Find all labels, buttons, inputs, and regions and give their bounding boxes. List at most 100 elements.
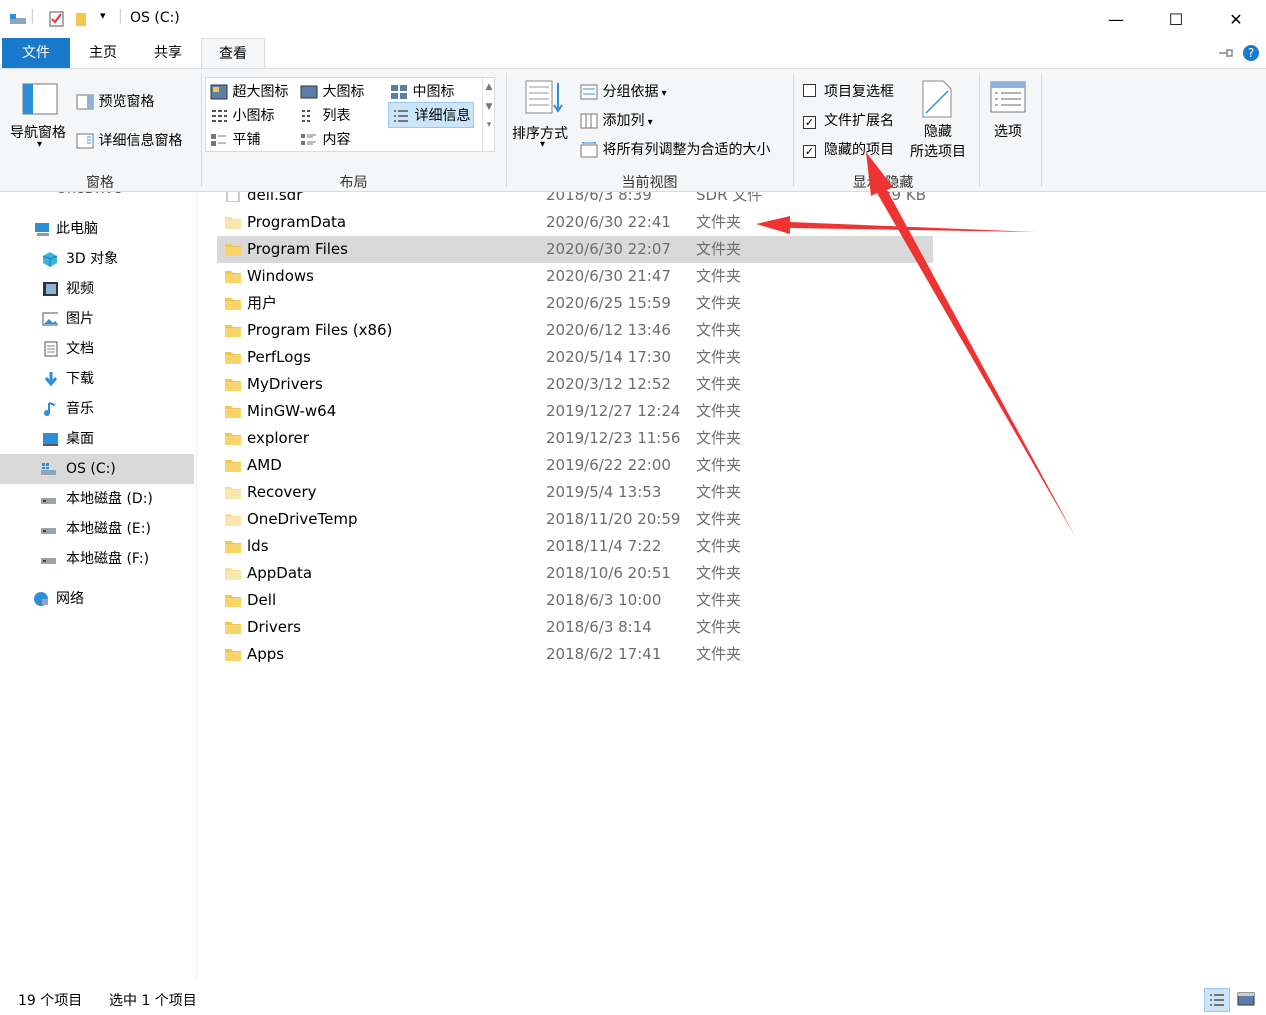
nav-item-drive-f[interactable]: 本地磁盘 (F:) <box>0 544 194 574</box>
desktop-icon <box>43 433 58 446</box>
pane-divider[interactable] <box>196 192 197 982</box>
tab-file[interactable]: 文件 <box>2 38 70 68</box>
file-row[interactable]: lds 2018/11/4 7:22 文件夹 <box>217 533 933 560</box>
add-columns-button[interactable]: 添加列 ▾ <box>580 110 653 130</box>
file-extensions-toggle[interactable]: ✓ 文件扩展名 <box>803 110 894 130</box>
large-icons-view-toggle[interactable] <box>1234 988 1260 1012</box>
file-row[interactable]: AppData 2018/10/6 20:51 文件夹 <box>217 560 933 587</box>
folder-icon <box>225 325 241 337</box>
file-row[interactable]: MyDrivers 2020/3/12 12:52 文件夹 <box>217 371 933 398</box>
file-row[interactable]: Apps 2018/6/2 17:41 文件夹 <box>217 641 933 668</box>
sort-by-button[interactable]: 排序方式 ▾ <box>512 77 574 155</box>
group-by-button[interactable]: 分组依据 ▾ <box>580 81 667 101</box>
preview-pane-icon <box>76 94 94 110</box>
minimize-button[interactable]: — <box>1086 0 1146 38</box>
nav-item-3d-objects[interactable]: 3D 对象 <box>0 244 194 274</box>
nav-item-label: 图片 <box>66 311 94 327</box>
preview-pane-button[interactable]: 预览窗格 <box>76 91 154 111</box>
file-date: 2018/6/3 10:00 <box>546 591 662 609</box>
add-columns-icon <box>580 113 598 129</box>
cube-icon <box>42 252 58 267</box>
drive-icon[interactable] <box>8 10 28 28</box>
file-row[interactable]: Drivers 2018/6/3 8:14 文件夹 <box>217 614 933 641</box>
hidden-items-checkbox[interactable]: ✓ <box>803 145 816 158</box>
nav-item-desktop[interactable]: 桌面 <box>0 424 194 454</box>
file-row[interactable]: MinGW-w64 2019/12/27 12:24 文件夹 <box>217 398 933 425</box>
layout-list[interactable]: 列表 <box>300 105 350 125</box>
nav-item-drive-d[interactable]: 本地磁盘 (D:) <box>0 484 194 514</box>
file-date: 2020/5/14 17:30 <box>546 348 671 366</box>
file-row[interactable]: PerfLogs 2020/5/14 17:30 文件夹 <box>217 344 933 371</box>
file-type: 文件夹 <box>696 456 742 474</box>
item-checkboxes-toggle[interactable]: 项目复选框 <box>803 81 894 101</box>
nav-item-network[interactable]: 网络 <box>0 584 194 614</box>
nav-item-documents[interactable]: 文档 <box>0 334 194 364</box>
chevron-down-icon: ▾ <box>37 139 43 150</box>
nav-item-downloads[interactable]: 下载 <box>0 364 194 394</box>
hidden-items-toggle[interactable]: ✓ 隐藏的项目 <box>803 139 894 159</box>
file-date: 2018/11/4 7:22 <box>546 537 662 555</box>
scroll-up-icon[interactable]: ▲ <box>483 82 495 92</box>
maximize-button[interactable]: ☐ <box>1146 0 1206 38</box>
layout-details[interactable]: 详细信息 <box>388 102 475 128</box>
nav-item-music[interactable]: 音乐 <box>0 394 194 424</box>
layout-scrollbar[interactable]: ▲ ▼ ▾ <box>482 78 495 151</box>
file-name: Drivers <box>247 618 301 636</box>
file-row[interactable]: Windows 2020/6/30 21:47 文件夹 <box>217 263 933 290</box>
nav-item-this-pc[interactable]: 此电脑 <box>0 214 194 244</box>
file-extensions-checkbox[interactable]: ✓ <box>803 116 816 129</box>
tab-share[interactable]: 共享 <box>136 38 200 68</box>
item-checkboxes-checkbox[interactable] <box>803 84 816 97</box>
expand-gallery-icon[interactable]: ▾ <box>483 120 495 130</box>
file-row[interactable]: explorer 2019/12/23 11:56 文件夹 <box>217 425 933 452</box>
group-separator <box>979 73 980 187</box>
pin-ribbon-icon[interactable] <box>1217 45 1235 61</box>
folder-icon <box>225 406 241 418</box>
file-icon <box>226 192 240 202</box>
folder-icon <box>225 541 241 553</box>
file-row[interactable]: Program Files (x86) 2020/6/12 13:46 文件夹 <box>217 317 933 344</box>
file-row[interactable]: Program Files 2020/6/30 22:07 文件夹 <box>217 236 933 263</box>
nav-pane-button[interactable]: 导航窗格 ▾ <box>10 79 70 150</box>
tab-view[interactable]: 查看 <box>201 38 265 68</box>
folder-icon <box>225 217 241 229</box>
nav-item-pictures[interactable]: 图片 <box>0 304 194 334</box>
details-view-toggle[interactable] <box>1204 988 1230 1012</box>
file-row[interactable]: 用户 2020/6/25 15:59 文件夹 <box>217 290 933 317</box>
nav-item-label: OS (C:) <box>66 461 116 477</box>
file-row[interactable]: AMD 2019/6/22 22:00 文件夹 <box>217 452 933 479</box>
file-row[interactable]: Recovery 2019/5/4 13:53 文件夹 <box>217 479 933 506</box>
layout-content[interactable]: 内容 <box>300 129 350 149</box>
layout-medium-icons[interactable]: 中图标 <box>390 81 454 101</box>
file-row[interactable]: ProgramData 2020/6/30 22:41 文件夹 <box>217 209 933 236</box>
file-row[interactable]: Dell 2018/6/3 10:00 文件夹 <box>217 587 933 614</box>
nav-item-label: 3D 对象 <box>66 251 119 267</box>
file-type: 文件夹 <box>696 375 742 393</box>
close-icon: ✕ <box>1229 9 1243 29</box>
layout-small-icons[interactable]: 小图标 <box>210 105 274 125</box>
file-date: 2020/6/30 22:07 <box>546 240 671 258</box>
drive-icon <box>41 528 56 534</box>
nav-item-os-c[interactable]: OS (C:) <box>0 454 194 484</box>
size-columns-button[interactable]: 将所有列调整为合适的大小 <box>580 139 770 159</box>
properties-icon[interactable] <box>48 10 66 28</box>
new-folder-icon[interactable] <box>74 10 90 28</box>
layout-tiles[interactable]: 平铺 <box>210 129 260 149</box>
nav-item-drive-e[interactable]: 本地磁盘 (E:) <box>0 514 194 544</box>
nav-item-label: 下载 <box>66 371 94 387</box>
options-button[interactable]: 选项 <box>984 77 1032 157</box>
layout-extra-large-icons[interactable]: 超大图标 <box>210 81 288 101</box>
help-icon[interactable]: ? <box>1242 44 1260 62</box>
hide-selected-button[interactable]: 隐藏 所选项目 <box>906 77 970 167</box>
details-pane-button[interactable]: 详细信息窗格 <box>76 130 182 150</box>
layout-large-icons[interactable]: 大图标 <box>300 81 364 101</box>
nav-item-videos[interactable]: 视频 <box>0 274 194 304</box>
file-row[interactable]: OneDriveTemp 2018/11/20 20:59 文件夹 <box>217 506 933 533</box>
file-row[interactable]: dell.sdr 2018/6/3 8:39 SDR 文件 29 KB <box>217 192 933 209</box>
tab-home[interactable]: 主页 <box>72 38 134 68</box>
scroll-down-icon[interactable]: ▼ <box>483 102 495 112</box>
nav-item-onedrive[interactable]: OneDrive <box>0 192 194 204</box>
close-button[interactable]: ✕ <box>1206 0 1266 38</box>
file-extensions-label: 文件扩展名 <box>824 113 894 129</box>
customize-quick-access-icon[interactable]: ▾ <box>100 9 106 22</box>
